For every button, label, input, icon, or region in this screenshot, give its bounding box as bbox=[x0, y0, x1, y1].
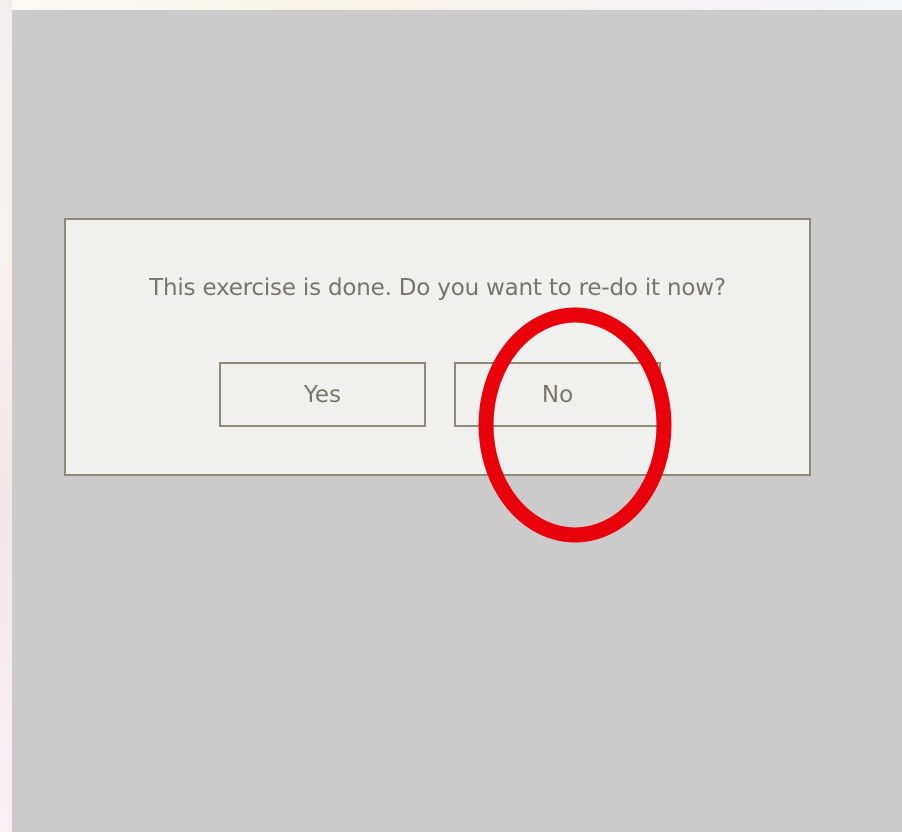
background-left-strip bbox=[0, 0, 12, 832]
dialog-message: This exercise is done. Do you want to re… bbox=[149, 275, 726, 301]
yes-button[interactable]: Yes bbox=[219, 362, 426, 427]
confirm-dialog: This exercise is done. Do you want to re… bbox=[64, 218, 811, 476]
background-top-strip bbox=[0, 0, 902, 10]
no-button[interactable]: No bbox=[454, 362, 661, 427]
